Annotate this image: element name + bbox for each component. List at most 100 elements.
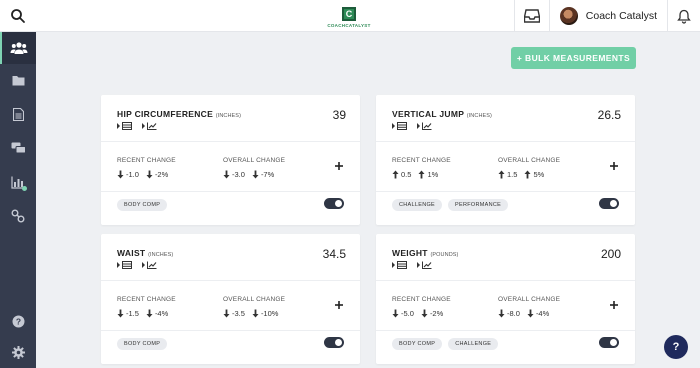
table-view-toggle[interactable]	[392, 261, 407, 269]
caret-right-icon	[417, 123, 420, 129]
chart-icon[interactable]	[0, 166, 36, 198]
measurement-card: WAIST (INCHES) 34.5 RECENT CHANGE OVERAL…	[101, 234, 360, 364]
caret-right-icon	[392, 262, 395, 268]
add-measurement-icon[interactable]	[609, 297, 619, 309]
tag-list: BODY COMP	[117, 199, 168, 211]
chart-view-toggle[interactable]	[142, 122, 157, 130]
inbox-icon[interactable]	[513, 0, 550, 32]
tracking-toggle[interactable]	[324, 198, 344, 209]
arrow-down-icon	[527, 309, 534, 318]
arrow-down-icon	[117, 170, 124, 179]
divider	[101, 141, 360, 142]
arrow-down-icon	[252, 170, 259, 179]
search-icon[interactable]	[10, 8, 26, 24]
folder-icon[interactable]	[0, 64, 36, 96]
user-name: Coach Catalyst	[585, 10, 657, 22]
bell-icon[interactable]	[668, 0, 700, 32]
overall-change-values: 1.5 5%	[498, 170, 544, 179]
divider	[376, 330, 635, 331]
change-value: -2%	[421, 309, 443, 318]
card-title: HIP CIRCUMFERENCE (INCHES)	[117, 109, 241, 119]
change-value: -3.5	[223, 309, 245, 318]
tag-badge[interactable]: BODY COMP	[392, 338, 443, 350]
measurement-name: VERTICAL JUMP	[392, 109, 465, 119]
divider	[101, 191, 360, 192]
divider	[101, 330, 360, 331]
help-chat-button[interactable]: ?	[664, 335, 688, 359]
change-value: -1.5	[117, 309, 139, 318]
arrow-up-icon	[418, 170, 425, 179]
divider	[376, 280, 635, 281]
line-chart-icon	[147, 122, 157, 130]
logo-text: COACHCATALYST	[327, 23, 371, 28]
table-view-toggle[interactable]	[392, 122, 407, 130]
brand-logo[interactable]: C COACHCATALYST	[326, 4, 372, 28]
arrow-up-icon	[524, 170, 531, 179]
measurement-value: 39	[332, 108, 346, 122]
measurement-card: VERTICAL JUMP (INCHES) 26.5 RECENT CHANG…	[376, 95, 635, 225]
tracking-toggle[interactable]	[324, 337, 344, 348]
table-view-toggle[interactable]	[117, 122, 132, 130]
caret-right-icon	[142, 123, 145, 129]
measurement-unit: (INCHES)	[215, 113, 242, 119]
card-title: VERTICAL JUMP (INCHES)	[392, 109, 492, 119]
add-measurement-icon[interactable]	[609, 158, 619, 170]
add-measurement-icon[interactable]	[334, 297, 344, 309]
tag-badge[interactable]: BODY COMP	[117, 338, 168, 350]
chart-view-toggle[interactable]	[417, 261, 432, 269]
tag-badge[interactable]: PERFORMANCE	[448, 199, 509, 211]
measurement-value: 34.5	[322, 247, 346, 261]
arrow-up-icon	[392, 170, 399, 179]
arrow-down-icon	[223, 309, 230, 318]
messages-icon[interactable]	[0, 132, 36, 164]
bulk-measurements-button[interactable]: + BULK MEASUREMENTS	[511, 47, 636, 69]
clients-icon[interactable]	[0, 32, 36, 64]
logo-mark: C	[342, 7, 356, 21]
change-value: -8.0	[498, 309, 520, 318]
arrow-down-icon	[223, 170, 230, 179]
caret-right-icon	[117, 262, 120, 268]
tag-badge[interactable]: CHALLENGE	[392, 199, 443, 211]
change-value: 0.5	[392, 170, 411, 179]
tracking-toggle[interactable]	[599, 337, 619, 348]
help-icon[interactable]: ?	[0, 305, 36, 337]
tag-badge[interactable]: CHALLENGE	[448, 338, 499, 350]
change-value: 5%	[524, 170, 544, 179]
measurement-unit: (INCHES)	[466, 113, 492, 119]
line-chart-icon	[147, 261, 157, 269]
recent-change-values: -5.0 -2%	[392, 309, 443, 318]
tag-badge[interactable]: BODY COMP	[117, 199, 168, 211]
card-title: WAIST (INCHES)	[117, 248, 173, 258]
table-icon	[122, 261, 132, 269]
top-bar: C COACHCATALYST Coach Catalyst	[0, 0, 700, 32]
view-toggles	[117, 122, 157, 130]
tracking-toggle[interactable]	[599, 198, 619, 209]
add-measurement-icon[interactable]	[334, 158, 344, 170]
caret-right-icon	[142, 262, 145, 268]
view-toggles	[392, 261, 432, 269]
integrations-icon[interactable]	[0, 200, 36, 232]
change-value: -10%	[252, 309, 278, 318]
avatar	[559, 7, 578, 25]
measurement-card: WEIGHT (POUNDS) 200 RECENT CHANGE OVERAL…	[376, 234, 635, 364]
measurement-name: WAIST	[117, 248, 146, 258]
line-chart-icon	[422, 261, 432, 269]
document-icon[interactable]	[0, 98, 36, 130]
arrow-down-icon	[146, 309, 153, 318]
arrow-down-icon	[252, 309, 259, 318]
gear-icon[interactable]	[0, 336, 36, 368]
user-menu[interactable]: Coach Catalyst	[550, 0, 668, 32]
arrow-up-icon	[498, 170, 505, 179]
overall-change-label: OVERALL CHANGE	[498, 296, 561, 303]
chart-view-toggle[interactable]	[142, 261, 157, 269]
tag-list: BODY COMP	[117, 338, 168, 350]
recent-change-label: RECENT CHANGE	[117, 296, 176, 303]
divider	[101, 280, 360, 281]
change-value: -1.0	[117, 170, 139, 179]
chart-view-toggle[interactable]	[417, 122, 432, 130]
measurement-name: WEIGHT	[392, 248, 428, 258]
table-view-toggle[interactable]	[117, 261, 132, 269]
change-value: -4%	[527, 309, 549, 318]
measurement-unit: (POUNDS)	[430, 252, 459, 258]
measurement-value: 200	[600, 247, 621, 261]
